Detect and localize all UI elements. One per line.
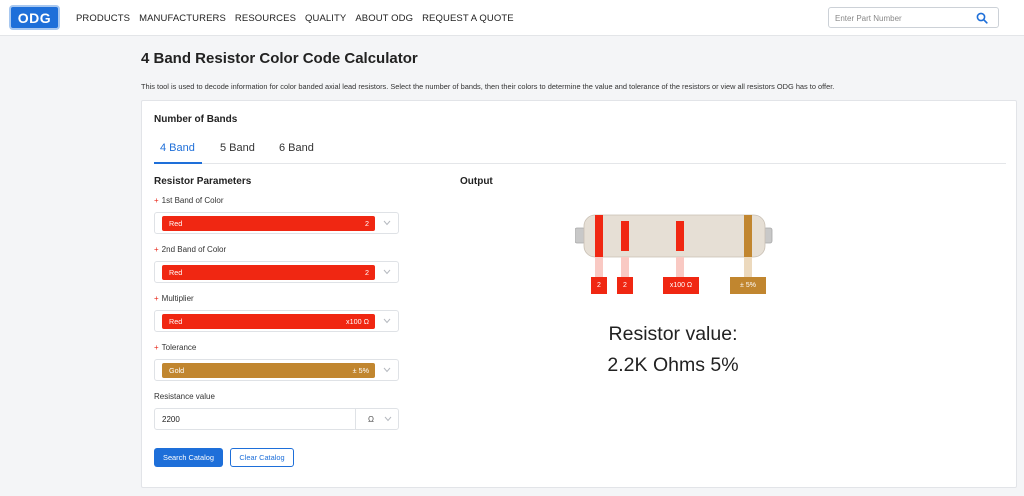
calculator-card: Number of Bands 4 Band 5 Band 6 Band Res… bbox=[141, 100, 1017, 488]
band-3-connector bbox=[676, 257, 684, 277]
multiplier-select[interactable]: Red x100 Ω bbox=[154, 310, 399, 332]
tolerance-color-name: Gold bbox=[169, 366, 185, 375]
unit-divider bbox=[355, 409, 356, 429]
page-description: This tool is used to decode information … bbox=[141, 82, 835, 91]
multiplier-swatch: Red x100 Ω bbox=[162, 314, 375, 329]
odg-logo[interactable]: ODG bbox=[9, 5, 60, 30]
chevron-down-icon[interactable] bbox=[384, 416, 392, 422]
band-1-connector bbox=[595, 257, 603, 277]
page-title: 4 Band Resistor Color Code Calculator bbox=[141, 50, 418, 67]
part-number-input[interactable] bbox=[829, 9, 969, 28]
tab-5-band[interactable]: 5 Band bbox=[220, 142, 255, 154]
chevron-down-icon bbox=[383, 220, 391, 226]
nav-resources[interactable]: RESOURCES bbox=[235, 13, 296, 24]
band-3-stripe bbox=[676, 221, 684, 251]
resistor-value-heading: Resistor value: bbox=[608, 323, 738, 345]
part-search bbox=[828, 7, 999, 28]
resistance-value-text[interactable]: 2200 bbox=[162, 415, 180, 424]
first-band-label: +1st Band of Color bbox=[154, 196, 224, 205]
band-4-tag: ± 5% bbox=[730, 277, 766, 294]
tolerance-value: ± 5% bbox=[352, 366, 369, 375]
multiplier-value: x100 Ω bbox=[346, 317, 369, 326]
tab-4-band[interactable]: 4 Band bbox=[160, 142, 195, 154]
chevron-down-icon bbox=[383, 269, 391, 275]
search-catalog-button[interactable]: Search Catalog bbox=[154, 448, 223, 467]
resistance-value-label: Resistance value bbox=[154, 392, 215, 401]
resistor-parameters-title: Resistor Parameters bbox=[154, 176, 252, 187]
chevron-down-icon bbox=[383, 367, 391, 373]
band-1-tag: 2 bbox=[591, 277, 607, 294]
search-icon[interactable] bbox=[976, 12, 988, 24]
band-4-stripe bbox=[744, 215, 752, 257]
tolerance-swatch: Gold ± 5% bbox=[162, 363, 375, 378]
number-of-bands-title: Number of Bands bbox=[154, 114, 238, 125]
nav-about-odg[interactable]: ABOUT ODG bbox=[355, 13, 413, 24]
resistance-unit[interactable]: Ω bbox=[368, 415, 374, 424]
tolerance-label: + Tolerance bbox=[154, 343, 197, 352]
nav-quality[interactable]: QUALITY bbox=[305, 13, 346, 24]
multiplier-color-name: Red bbox=[169, 317, 183, 326]
first-band-color-name: Red bbox=[169, 219, 183, 228]
second-band-digit: 2 bbox=[365, 268, 369, 277]
nav-request-a-quote[interactable]: REQUEST A QUOTE bbox=[422, 13, 514, 24]
second-band-label: +2nd Band of Color bbox=[154, 245, 227, 254]
first-band-digit: 2 bbox=[365, 219, 369, 228]
band-2-connector bbox=[621, 257, 629, 277]
resistor-lead-left bbox=[575, 227, 586, 244]
chevron-down-icon bbox=[383, 318, 391, 324]
first-band-swatch: Red 2 bbox=[162, 216, 375, 231]
band-2-tag: 2 bbox=[617, 277, 633, 294]
tab-6-band[interactable]: 6 Band bbox=[279, 142, 314, 154]
band-4-connector bbox=[744, 257, 752, 277]
active-tab-indicator bbox=[154, 162, 202, 164]
resistor-body bbox=[583, 214, 766, 258]
band-2-stripe bbox=[621, 221, 629, 251]
nav-manufacturers[interactable]: MANUFACTURERS bbox=[139, 13, 226, 24]
band-tabs: 4 Band 5 Band 6 Band bbox=[154, 136, 1006, 164]
nav-products[interactable]: PRODUCTS bbox=[76, 13, 130, 24]
second-band-swatch: Red 2 bbox=[162, 265, 375, 280]
top-nav-bar: ODG PRODUCTS MANUFACTURERS RESOURCES QUA… bbox=[0, 0, 1024, 36]
resistance-value-field[interactable]: 2200 Ω bbox=[154, 408, 399, 430]
band-1-stripe bbox=[595, 215, 603, 257]
main-nav: PRODUCTS MANUFACTURERS RESOURCES QUALITY… bbox=[76, 0, 523, 36]
multiplier-label: + Multiplier bbox=[154, 294, 194, 303]
band-3-tag: x100 Ω bbox=[663, 277, 699, 294]
output-title: Output bbox=[460, 176, 493, 187]
first-band-select[interactable]: Red 2 bbox=[154, 212, 399, 234]
clear-catalog-button[interactable]: Clear Catalog bbox=[230, 448, 294, 467]
resistor-value-result: 2.2K Ohms 5% bbox=[607, 354, 739, 376]
second-band-color-name: Red bbox=[169, 268, 183, 277]
tolerance-select[interactable]: Gold ± 5% bbox=[154, 359, 399, 381]
second-band-select[interactable]: Red 2 bbox=[154, 261, 399, 283]
